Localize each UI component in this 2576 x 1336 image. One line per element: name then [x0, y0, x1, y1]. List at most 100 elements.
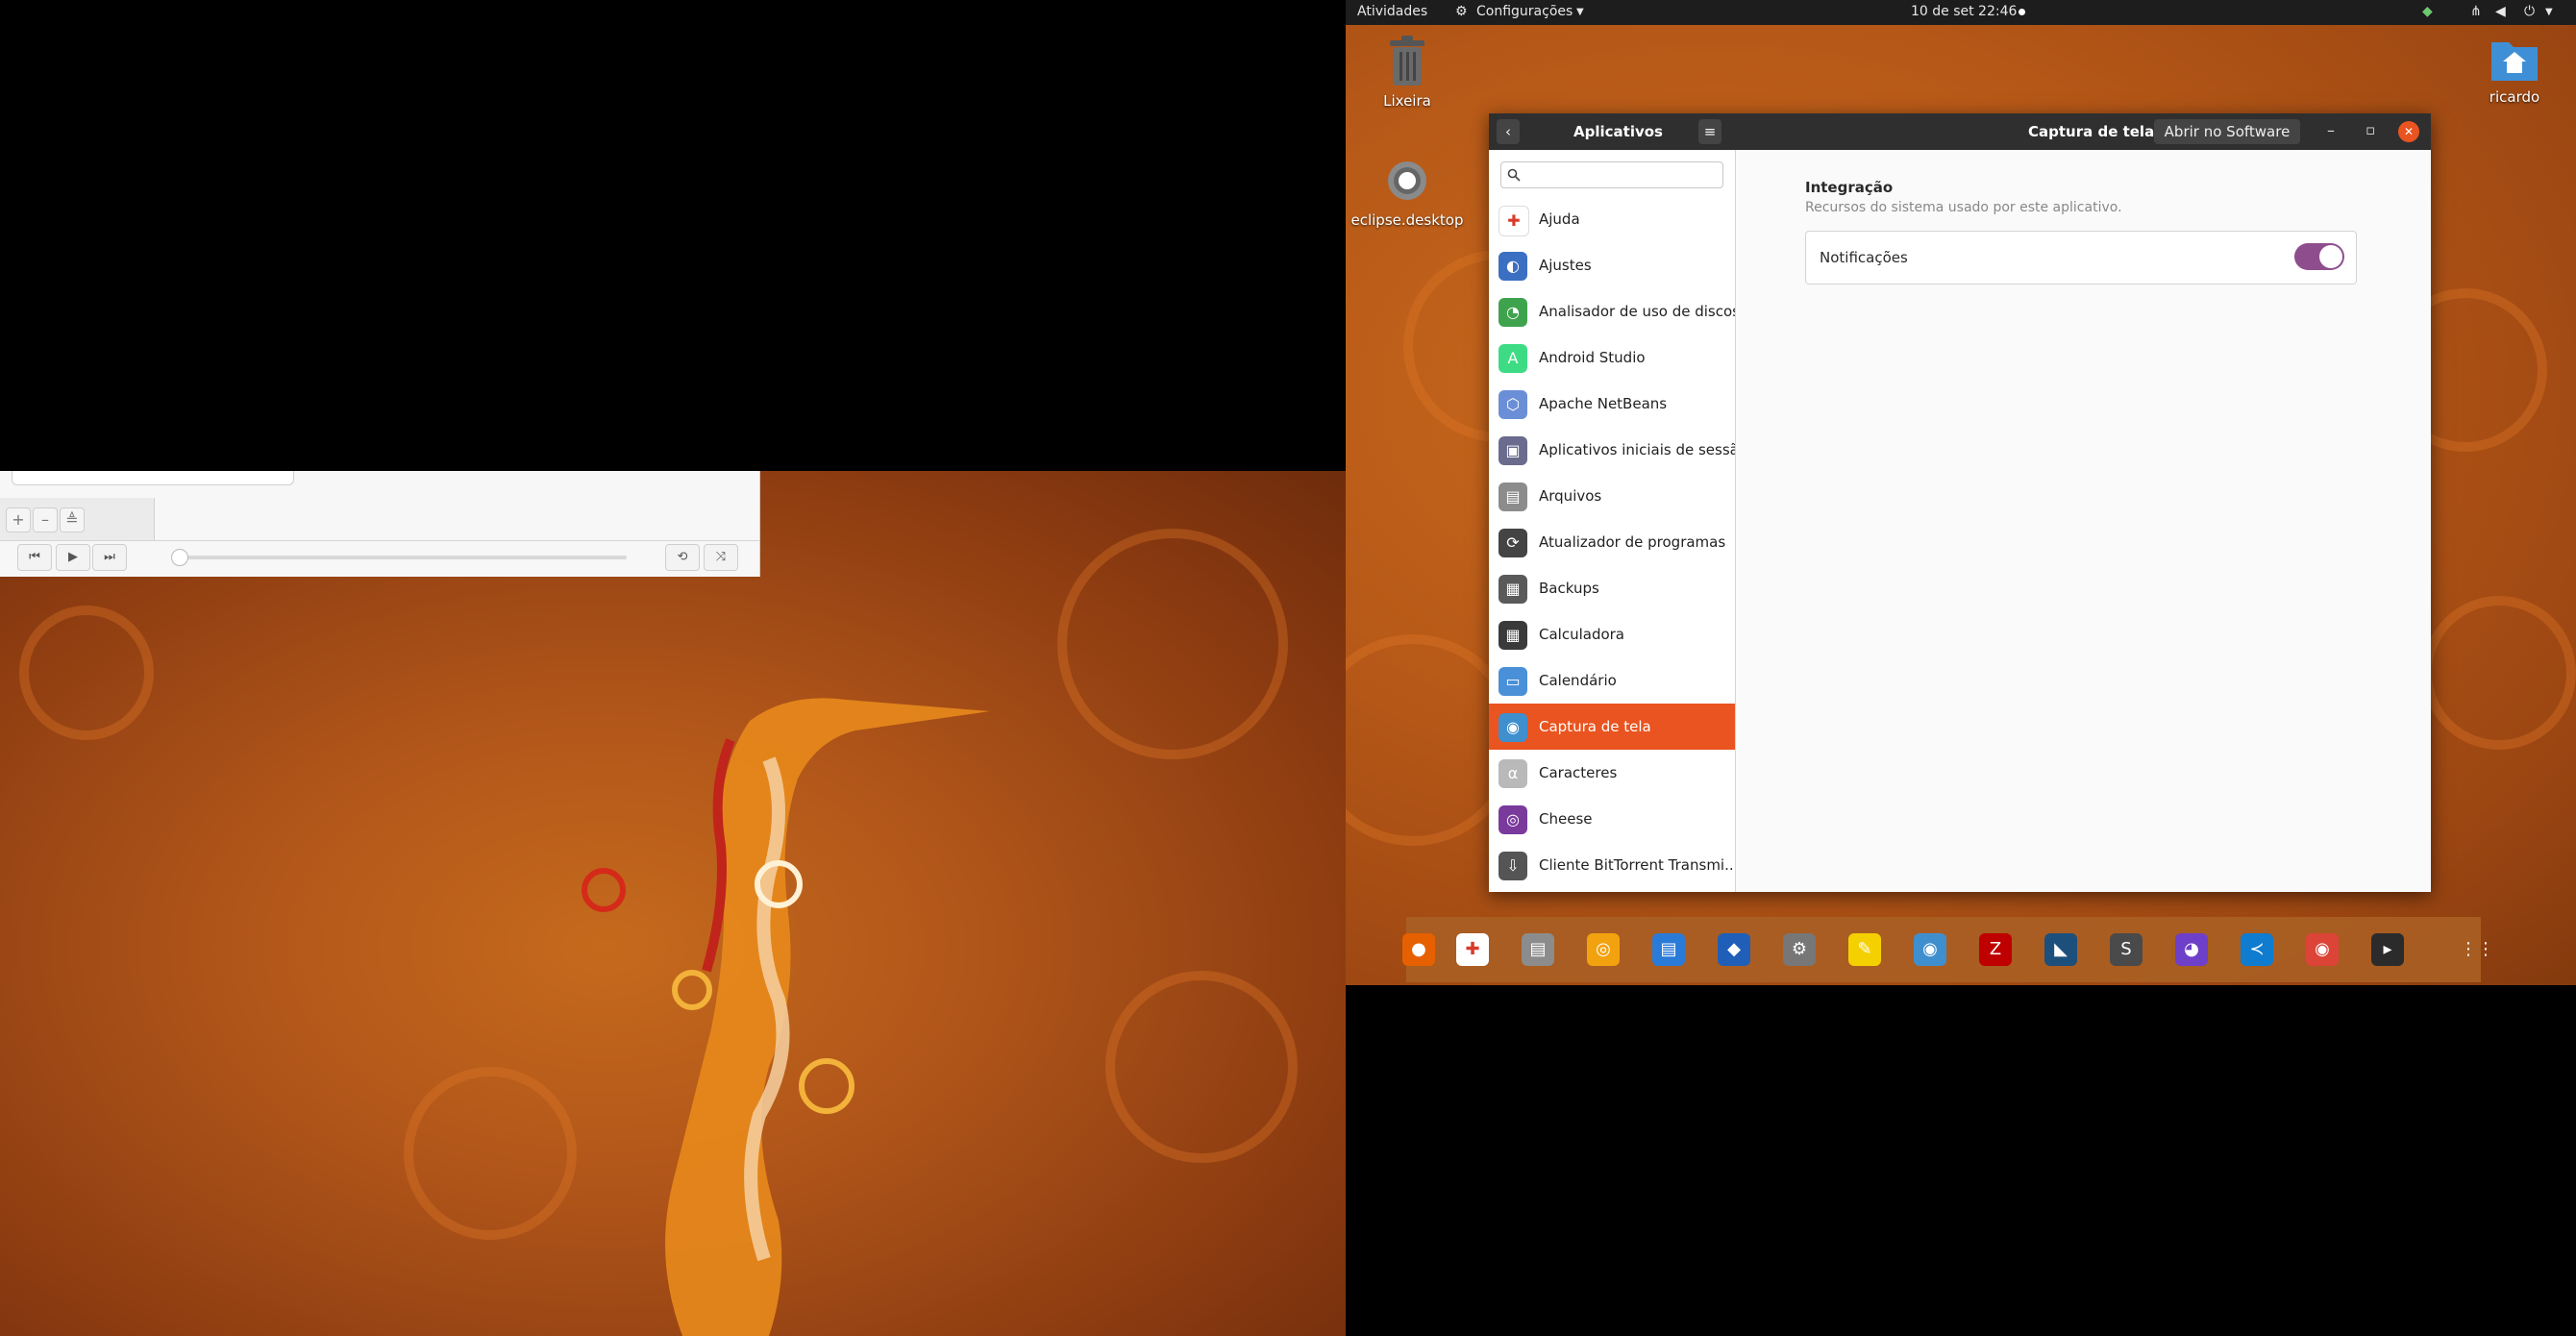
app-icon: ◔: [1499, 298, 1527, 327]
sidebar-item[interactable]: ▭ Calendário: [1489, 657, 1735, 704]
sidebar-item[interactable]: ✚ Ajuda: [1489, 196, 1735, 242]
seek-bar[interactable]: [179, 556, 627, 559]
activities-button[interactable]: Atividades: [1357, 4, 1427, 19]
github-icon[interactable]: ◕: [2175, 933, 2208, 966]
network-icon[interactable]: ⋔: [2470, 4, 2482, 19]
rhythmbox-icon[interactable]: ◎: [1587, 933, 1620, 966]
filezilla-icon[interactable]: Z: [1979, 933, 2012, 966]
back-button[interactable]: ‹: [1497, 119, 1520, 144]
app-details: Integração Recursos do sistema usado por…: [1736, 150, 2431, 892]
app-icon: ▭: [1499, 667, 1527, 696]
sidebar-item[interactable]: ▦ Backups: [1489, 565, 1735, 611]
app-icon: ◎: [1499, 805, 1527, 834]
notes-icon[interactable]: ✎: [1848, 933, 1881, 966]
sidebar-item[interactable]: A Android Studio: [1489, 334, 1735, 381]
sidebar-item[interactable]: ⬡ Apache NetBeans: [1489, 381, 1735, 427]
app-icon: A: [1499, 344, 1527, 373]
show-apps-icon[interactable]: ⋮⋮: [2460, 933, 2494, 966]
player-sidebar: + – ≜: [0, 498, 155, 540]
home-label: ricardo: [2489, 88, 2540, 106]
close-button[interactable]: ✕: [2398, 121, 2419, 142]
left-wallpaper: [0, 471, 1346, 1336]
app-icon: ◉: [1499, 713, 1527, 742]
power-icon[interactable]: ⏻: [2524, 4, 2535, 19]
notifications-label: Notificações: [1820, 249, 1908, 266]
search-input[interactable]: [1500, 161, 1723, 188]
section-title: Integração: [1805, 179, 1894, 196]
settings-icon[interactable]: ⚙: [1783, 933, 1816, 966]
app-menu[interactable]: Configurações: [1476, 4, 1573, 19]
sidebar-item[interactable]: ◔ Analisador de uso de discos: [1489, 288, 1735, 334]
sidebar-item[interactable]: ◉ Captura de tela: [1489, 704, 1735, 750]
sidebar-item-label: Calendário: [1539, 672, 1617, 689]
home-folder-icon: [2491, 42, 2538, 81]
app-icon: ⇩: [1499, 852, 1527, 880]
menu-button[interactable]: ≡: [1698, 119, 1721, 144]
search-icon: [1507, 168, 1521, 182]
sidebar-item-label: Calculadora: [1539, 626, 1625, 643]
app-icon: ✚: [1499, 206, 1529, 236]
repeat-button[interactable]: ⟲: [665, 544, 700, 571]
sidebar-item[interactable]: ⇩ Cliente BitTorrent Transmi...: [1489, 842, 1735, 888]
maximize-button[interactable]: ▫: [2365, 121, 2375, 138]
previous-button[interactable]: ⏮: [17, 544, 52, 571]
add-playlist-button[interactable]: +: [6, 507, 31, 532]
volume-icon[interactable]: ◀: [2495, 4, 2506, 19]
sublime-icon[interactable]: S: [2110, 933, 2143, 966]
notifications-toggle[interactable]: [2294, 243, 2344, 270]
eject-button[interactable]: ≜: [60, 507, 85, 532]
red-swirl: [582, 868, 626, 912]
sidebar-item-label: Android Studio: [1539, 349, 1646, 366]
apps-sidebar: ✚ Ajuda ◐ Ajustes ◔ Analisador de uso de disc…: [1489, 150, 1736, 892]
app-icon: ▤: [1499, 482, 1527, 511]
shuffle-button[interactable]: ⤨: [704, 544, 738, 571]
notifications-row: Notificações: [1805, 231, 2357, 285]
app-icon: ⟳: [1499, 529, 1527, 557]
next-button[interactable]: ⏭: [92, 544, 127, 571]
sidebar-item[interactable]: ▤ Arquivos: [1489, 473, 1735, 519]
eclipse-desktop-icon[interactable]: eclipse.desktop: [1350, 154, 1465, 229]
chrome-icon[interactable]: ◉: [2306, 933, 2339, 966]
vscode-icon[interactable]: ≺: [2241, 933, 2273, 966]
app-icon: ⬡: [1499, 390, 1527, 419]
writer-icon[interactable]: ▤: [1652, 933, 1685, 966]
help-icon[interactable]: ✚: [1456, 933, 1489, 966]
play-button[interactable]: ▶: [56, 544, 90, 571]
firefox-icon[interactable]: ●: [1402, 933, 1435, 966]
notification-dot: [2019, 9, 2025, 15]
sidebar-item[interactable]: ▦ Calculadora: [1489, 611, 1735, 657]
trash-desktop-icon[interactable]: Lixeira: [1350, 35, 1465, 110]
divider: [0, 540, 759, 541]
settings-window: ‹ Aplicativos ≡ Captura de tela Abrir no…: [1489, 113, 2431, 892]
seek-knob[interactable]: [171, 549, 188, 566]
clock[interactable]: 10 de set 22:46: [1911, 4, 2017, 19]
app-icon: ▦: [1499, 621, 1527, 650]
home-desktop-icon[interactable]: ricardo: [2457, 35, 2572, 106]
sidebar-item[interactable]: ◎ Cheese: [1489, 796, 1735, 842]
chevron-down-icon: ▼: [1576, 7, 1584, 17]
sidebar-item[interactable]: ▣ Aplicativos iniciais de sessão: [1489, 427, 1735, 473]
mysql-workbench-icon[interactable]: ◣: [2044, 933, 2077, 966]
toggle-knob: [2319, 245, 2342, 268]
sidebar-item-label: Backups: [1539, 580, 1599, 597]
app-icon: ◐: [1499, 252, 1527, 281]
minimize-button[interactable]: –: [2327, 121, 2335, 139]
bird-illustration: [665, 698, 990, 1336]
inkscape-icon[interactable]: ◆: [1718, 933, 1750, 966]
open-in-software-button[interactable]: Abrir no Software: [2154, 119, 2300, 144]
system-menu-chevron-icon[interactable]: ▼: [2545, 7, 2553, 17]
files-icon[interactable]: ▤: [1522, 933, 1554, 966]
trash-icon: [1390, 36, 1424, 86]
window-title: Captura de tela: [2028, 123, 2155, 140]
shield-icon[interactable]: ◆: [2422, 4, 2433, 19]
sidebar-item-label: Apache NetBeans: [1539, 395, 1668, 412]
sidebar-item[interactable]: ◐ Ajustes: [1489, 242, 1735, 288]
app-icon: α: [1499, 759, 1527, 788]
remove-playlist-button[interactable]: –: [33, 507, 58, 532]
sidebar-item-label: Captura de tela: [1539, 718, 1651, 735]
top-bar: Atividades ⚙ Configurações ▼ 10 de set 2…: [1346, 0, 2576, 25]
sidebar-item[interactable]: α Caracteres: [1489, 750, 1735, 796]
sidebar-item[interactable]: ⟳ Atualizador de programas: [1489, 519, 1735, 565]
screenshot-icon[interactable]: ◉: [1914, 933, 1946, 966]
terminal-icon[interactable]: ▸: [2371, 933, 2404, 966]
